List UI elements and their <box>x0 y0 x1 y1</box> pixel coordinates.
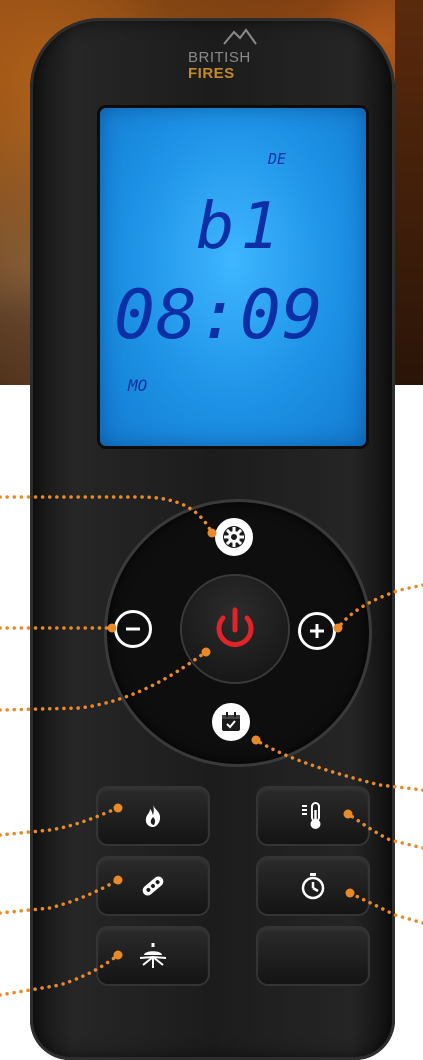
light-button[interactable] <box>98 928 208 984</box>
lcd-display: DE b1 08:09 MO <box>100 108 366 446</box>
calendar-icon <box>222 712 240 731</box>
increase-button[interactable] <box>298 612 336 650</box>
mountain-logo-icon <box>223 28 257 45</box>
settings-button[interactable] <box>215 518 253 556</box>
fire-background-edge <box>395 0 423 385</box>
flame-icon <box>145 805 161 827</box>
lcd-time: 08:09 <box>114 276 324 355</box>
timer-icon <box>301 873 325 900</box>
lcd-indicator: DE <box>268 150 287 168</box>
temperature-button[interactable] <box>258 788 368 844</box>
logs-button[interactable] <box>98 858 208 914</box>
light-icon <box>139 943 167 968</box>
plus-icon <box>310 624 324 638</box>
decrease-button[interactable] <box>114 610 152 648</box>
minus-icon <box>126 627 140 631</box>
gear-icon <box>223 526 245 548</box>
logs-icon <box>142 876 164 896</box>
brand-logo: BRITISH FIRES <box>188 50 268 82</box>
timer-button[interactable] <box>258 858 368 914</box>
schedule-button[interactable] <box>212 703 250 741</box>
brand-line-1: BRITISH <box>188 49 251 66</box>
blank-button[interactable] <box>258 928 368 984</box>
power-icon <box>216 607 254 648</box>
flame-button[interactable] <box>98 788 208 844</box>
power-button[interactable] <box>182 576 288 682</box>
brand-line-2: FIRES <box>188 65 235 82</box>
thermometer-icon <box>302 802 321 829</box>
lcd-program: b1 <box>196 190 286 264</box>
lcd-day: MO <box>128 376 148 395</box>
